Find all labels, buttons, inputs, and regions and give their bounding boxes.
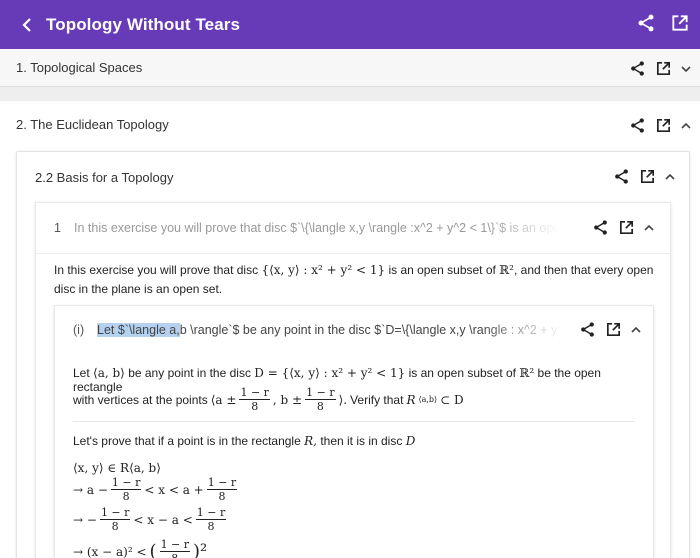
divider (73, 421, 635, 422)
fraction: 1 − r8 (305, 386, 336, 413)
math-text: → − (73, 512, 97, 527)
fraction: 1 − r8 (239, 386, 270, 413)
open-in-new-icon[interactable] (655, 117, 672, 134)
share-icon[interactable] (629, 60, 646, 77)
fraction-numerator: 1 − r (305, 386, 336, 400)
math-text: ⟨a ± (210, 392, 237, 407)
text: Verify that (350, 392, 404, 407)
math-paren: ( (149, 541, 157, 558)
chevron-up-icon[interactable] (644, 224, 654, 232)
open-in-new-icon[interactable] (670, 13, 690, 33)
math-text: < x − a < (133, 512, 193, 527)
math-text: ⟩. (338, 392, 348, 407)
part-preview[interactable]: Let $`\langle a,b \rangle`$ be any point… (97, 323, 563, 337)
exercise-description: In this exercise you will prove that dis… (54, 261, 658, 299)
math-subset: ⊂ D (440, 392, 464, 407)
fraction: 1 − r8 (110, 476, 142, 503)
selected-text: Let $`\langle a, (97, 323, 180, 337)
fraction-denominator: 8 (251, 400, 259, 413)
subsection-label: 2.2 Basis for a Topology (35, 170, 174, 185)
chevron-down-icon[interactable] (681, 65, 691, 73)
fraction-denominator: 8 (218, 490, 226, 503)
exercise-card: 1 In this exercise you will prove that d… (35, 202, 671, 558)
math-disc-set: D = {⟨x, y⟩ : x² + y² < 1} (254, 366, 406, 380)
app-title: Topology Without Tears (46, 14, 241, 34)
math-reals: ℝ² (519, 366, 535, 380)
math-text: < x < a + (144, 482, 204, 497)
fraction: 1 − r8 (159, 538, 191, 558)
open-in-new-icon[interactable] (618, 219, 635, 236)
proof-step-3: → − 1 − r8 < x − a < 1 − r8 (73, 506, 227, 533)
fraction-denominator: 8 (171, 552, 178, 558)
math-text: ⟨x, y⟩ ∈ R⟨a, b⟩ (73, 461, 161, 475)
proof-intro: Let's prove that if a point is in the re… (73, 434, 639, 448)
fraction-numerator: 1 − r (206, 476, 238, 490)
desc-text: In this exercise you will prove that dis… (54, 263, 259, 277)
fraction-numerator: 1 − r (159, 538, 191, 552)
math-disc: D (405, 434, 416, 448)
subsection-card-basis: 2.2 Basis for a Topology 1 In this exerc… (16, 151, 690, 558)
math-paren: )² (193, 541, 208, 558)
math-subscript: ⟨a,b⟩ (418, 395, 438, 404)
fraction-numerator: 1 − r (110, 476, 142, 490)
divider (36, 253, 670, 254)
fraction: 1 − r8 (206, 476, 238, 503)
math-rect: R (406, 392, 416, 407)
text: is an open subset of (408, 366, 517, 380)
chevron-up-icon[interactable] (631, 326, 641, 334)
math-text: → a − (73, 482, 108, 497)
share-icon[interactable] (636, 13, 656, 33)
fraction-numerator: 1 − r (239, 386, 270, 400)
fraction-numerator: 1 − r (99, 506, 131, 520)
chevron-up-icon[interactable] (665, 173, 675, 181)
part-statement-line-2: with vertices at the points ⟨a ± 1 − r8 … (73, 386, 639, 413)
share-icon[interactable] (629, 117, 646, 134)
exercise-preview[interactable]: In this exercise you will prove that dis… (74, 221, 560, 235)
share-icon[interactable] (579, 321, 596, 338)
text: Let's prove that if a point is in the re… (73, 434, 301, 448)
chevron-up-icon[interactable] (681, 122, 691, 130)
part-number: (i) (73, 323, 85, 337)
fraction-denominator: 8 (111, 520, 119, 533)
section-topological-spaces[interactable]: 1. Topological Spaces (0, 49, 700, 87)
text: then it is in disc (320, 434, 403, 448)
open-in-new-icon[interactable] (639, 168, 656, 185)
math-text: → (x − a)² < (73, 544, 147, 558)
back-chevron-left-icon[interactable] (18, 16, 36, 34)
open-in-new-icon[interactable] (605, 321, 622, 338)
part-card: (i) Let $`\langle a,b \rangle`$ be any p… (54, 305, 654, 558)
desc-set-math: {⟨x, y⟩ : x² + y² < 1} (261, 263, 386, 277)
math-point: ⟨a, b⟩ (93, 366, 125, 380)
share-icon[interactable] (613, 168, 630, 185)
math-rect: R, (304, 434, 317, 448)
text: be any point in the disc (128, 366, 251, 380)
text: Let (73, 366, 90, 380)
fraction-denominator: 8 (207, 520, 215, 533)
fraction-denominator: 8 (316, 400, 324, 413)
proof-step-4: → (x − a)² < ( 1 − r8 )² (73, 538, 207, 558)
text: with vertices at the points (73, 392, 208, 407)
fraction: 1 − r8 (99, 506, 131, 533)
desc-reals-math: ℝ² (499, 263, 514, 277)
open-in-new-icon[interactable] (655, 60, 672, 77)
fraction: 1 − r8 (195, 506, 227, 533)
preview-text: b \rangle`$ be any point in the disc $`D… (179, 323, 563, 337)
exercise-number: 1 (54, 221, 61, 235)
section-label: 2. The Euclidean Topology (16, 117, 169, 132)
share-icon[interactable] (592, 219, 609, 236)
app-bar: Topology Without Tears (0, 0, 700, 49)
desc-text: is an open subset of (388, 263, 496, 277)
fraction-numerator: 1 − r (195, 506, 227, 520)
proof-step-1: ⟨x, y⟩ ∈ R⟨a, b⟩ (73, 461, 161, 475)
section-separator (0, 87, 700, 101)
fraction-denominator: 8 (122, 490, 130, 503)
section-euclidean-topology: 2. The Euclidean Topology 2.2 Basis for … (0, 101, 700, 558)
proof-step-2: → a − 1 − r8 < x < a + 1 − r8 (73, 476, 238, 503)
math-text: , b ± (272, 392, 303, 407)
section-label: 1. Topological Spaces (16, 60, 143, 75)
